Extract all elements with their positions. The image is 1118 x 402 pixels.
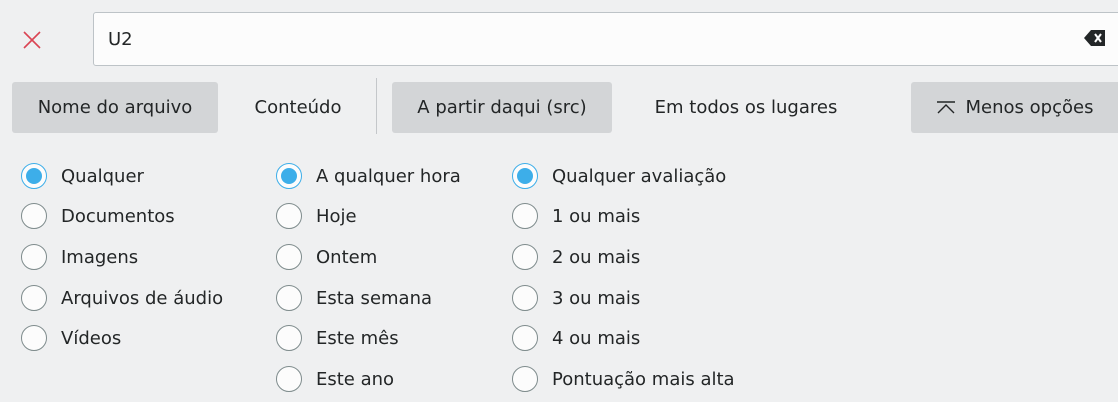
radio-circle bbox=[276, 366, 302, 392]
radio-circle bbox=[21, 325, 47, 351]
radio-circle bbox=[512, 285, 538, 311]
rating-radio-label: Qualquer avaliação bbox=[552, 165, 727, 187]
radio-circle bbox=[21, 203, 47, 229]
radio-circle bbox=[276, 163, 302, 189]
radio-circle bbox=[512, 163, 538, 189]
collapse-up-icon bbox=[936, 100, 955, 113]
date-radio-this-year[interactable]: Este ano bbox=[276, 364, 394, 394]
type-radio-label: Arquivos de áudio bbox=[61, 287, 224, 309]
type-radio-videos[interactable]: Vídeos bbox=[21, 323, 121, 353]
type-radio-label: Vídeos bbox=[61, 327, 122, 349]
date-radio-label: A qualquer hora bbox=[316, 165, 461, 187]
less-options-button[interactable]: Menos opções bbox=[911, 82, 1118, 133]
tab-everywhere-label: Em todos os lugares bbox=[654, 97, 838, 118]
radio-circle bbox=[276, 325, 302, 351]
rating-radio-highest[interactable]: Pontuação mais alta bbox=[512, 364, 735, 394]
rating-radio-label: 3 ou mais bbox=[552, 287, 641, 309]
date-radio-this-week[interactable]: Esta semana bbox=[276, 283, 432, 313]
date-radio-anytime[interactable]: A qualquer hora bbox=[276, 161, 461, 191]
rating-radio-2-plus[interactable]: 2 ou mais bbox=[512, 242, 640, 272]
date-radio-label: Hoje bbox=[316, 205, 357, 227]
type-radio-images[interactable]: Imagens bbox=[21, 242, 138, 272]
rating-radio-4-plus[interactable]: 4 ou mais bbox=[512, 323, 640, 353]
clear-text-icon[interactable] bbox=[1084, 29, 1106, 52]
date-radio-today[interactable]: Hoje bbox=[276, 201, 357, 231]
radio-circle bbox=[512, 366, 538, 392]
radio-circle bbox=[21, 163, 47, 189]
type-radio-label: Qualquer bbox=[61, 165, 144, 187]
radio-circle bbox=[21, 285, 47, 311]
close-icon bbox=[23, 31, 41, 49]
rating-radio-label: 2 ou mais bbox=[552, 246, 641, 268]
date-radio-label: Este ano bbox=[316, 368, 395, 390]
tab-filename[interactable]: Nome do arquivo bbox=[12, 82, 218, 133]
radio-circle bbox=[21, 244, 47, 270]
radio-circle bbox=[276, 203, 302, 229]
less-options-label: Menos opções bbox=[965, 97, 1094, 118]
date-radio-this-month[interactable]: Este mês bbox=[276, 323, 399, 353]
tab-content[interactable]: Conteúdo bbox=[232, 82, 364, 133]
tab-divider bbox=[376, 78, 377, 134]
rating-radio-label: 1 ou mais bbox=[552, 205, 641, 227]
tab-content-label: Conteúdo bbox=[254, 97, 342, 118]
radio-circle bbox=[512, 203, 538, 229]
radio-circle bbox=[276, 285, 302, 311]
radio-circle bbox=[512, 325, 538, 351]
date-radio-yesterday[interactable]: Ontem bbox=[276, 242, 377, 272]
tab-filename-label: Nome do arquivo bbox=[37, 97, 193, 118]
radio-circle bbox=[276, 244, 302, 270]
tab-everywhere[interactable]: Em todos os lugares bbox=[628, 82, 864, 133]
type-radio-label: Documentos bbox=[61, 205, 175, 227]
rating-radio-label: Pontuação mais alta bbox=[552, 368, 735, 390]
type-radio-label: Imagens bbox=[61, 246, 139, 268]
type-radio-any[interactable]: Qualquer bbox=[21, 161, 144, 191]
date-radio-label: Esta semana bbox=[316, 287, 433, 309]
tab-from-here[interactable]: A partir daqui (src) bbox=[392, 82, 612, 133]
rating-radio-any[interactable]: Qualquer avaliação bbox=[512, 161, 726, 191]
type-radio-documents[interactable]: Documentos bbox=[21, 201, 175, 231]
close-search-button[interactable] bbox=[14, 22, 50, 58]
rating-radio-1-plus[interactable]: 1 ou mais bbox=[512, 201, 640, 231]
radio-circle bbox=[512, 244, 538, 270]
search-input[interactable] bbox=[108, 13, 1008, 65]
search-box bbox=[93, 12, 1118, 66]
rating-radio-label: 4 ou mais bbox=[552, 327, 641, 349]
rating-radio-3-plus[interactable]: 3 ou mais bbox=[512, 283, 640, 313]
tab-from-here-label: A partir daqui (src) bbox=[417, 97, 587, 118]
date-radio-label: Ontem bbox=[316, 246, 378, 268]
type-radio-audio[interactable]: Arquivos de áudio bbox=[21, 283, 223, 313]
date-radio-label: Este mês bbox=[316, 327, 399, 349]
